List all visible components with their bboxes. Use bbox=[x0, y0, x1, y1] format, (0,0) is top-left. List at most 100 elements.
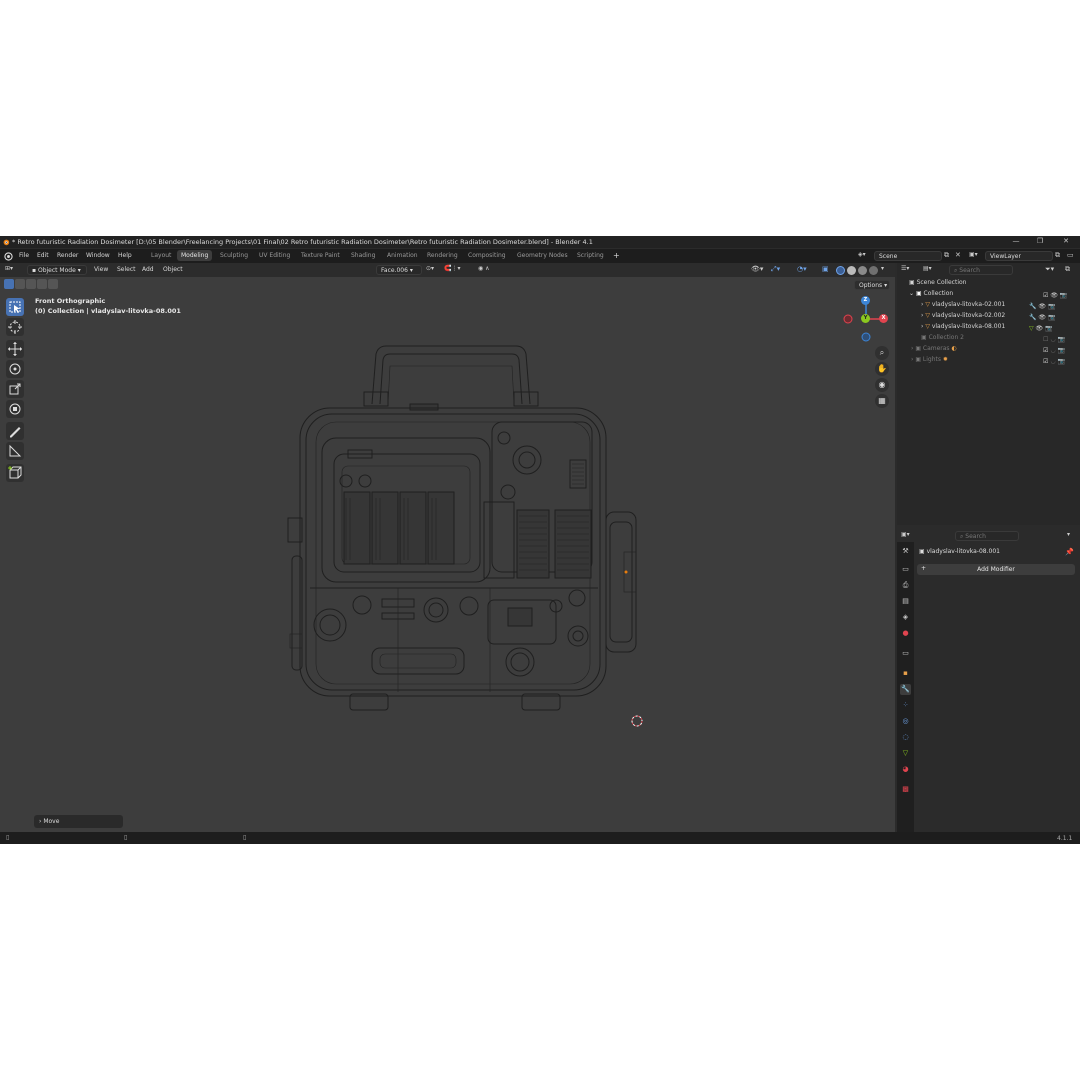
zoom-icon[interactable]: ⌕ bbox=[875, 346, 889, 360]
add-cube-tool[interactable] bbox=[6, 464, 24, 482]
eye-icon[interactable]: 👁 bbox=[1036, 325, 1044, 332]
tab-uv-editing[interactable]: UV Editing bbox=[255, 250, 294, 261]
material-shading-icon[interactable] bbox=[858, 266, 867, 275]
particles-tab-icon[interactable]: ⁘ bbox=[900, 700, 911, 711]
eye-closed-icon[interactable]: ◡ bbox=[1050, 347, 1055, 354]
menu-edit[interactable]: Edit bbox=[37, 252, 49, 259]
tab-texture-paint[interactable]: Texture Paint bbox=[297, 250, 344, 261]
material-tab-icon[interactable]: ◕ bbox=[900, 764, 911, 775]
pin-icon[interactable]: 📌 bbox=[1065, 548, 1075, 558]
annotate-tool[interactable] bbox=[6, 422, 24, 440]
camera-icon[interactable]: 📷 bbox=[1045, 325, 1052, 332]
view-layer-icon[interactable]: ▣▾ bbox=[969, 251, 985, 261]
menu-help[interactable]: Help bbox=[118, 252, 132, 259]
properties-editor-type-icon[interactable]: ▣▾ bbox=[901, 531, 919, 541]
object-tab-icon[interactable]: ▪ bbox=[900, 668, 911, 679]
last-operator-panel[interactable]: › Move bbox=[34, 815, 123, 828]
outliner-editor-type-icon[interactable]: ☰▾ bbox=[901, 265, 919, 275]
scene-name-field[interactable]: Scene bbox=[874, 251, 942, 261]
camera-view-icon[interactable]: ◉ bbox=[875, 378, 889, 392]
blender-menu-icon[interactable] bbox=[4, 252, 13, 261]
rendered-shading-icon[interactable] bbox=[869, 266, 878, 275]
wireframe-shading-icon[interactable] bbox=[836, 266, 845, 275]
view-layer-field[interactable]: ViewLayer bbox=[985, 251, 1053, 261]
menu-select[interactable]: Select bbox=[117, 266, 136, 273]
data-tab-icon[interactable]: ▽ bbox=[900, 748, 911, 759]
3d-viewport[interactable]: Front Orthographic (0) Collection | vlad… bbox=[0, 277, 895, 832]
scene-collection-row[interactable]: ▣ Scene Collection bbox=[909, 279, 1079, 290]
add-modifier-button[interactable]: + Add Modifier bbox=[917, 564, 1075, 575]
tab-layout[interactable]: Layout bbox=[147, 250, 175, 261]
output-tab-icon[interactable]: ⎙ bbox=[900, 580, 911, 591]
snap-icon[interactable]: 🧲⋮▾ bbox=[444, 265, 474, 275]
cursor-tool[interactable] bbox=[6, 318, 24, 336]
select-intersect-icon[interactable] bbox=[48, 279, 58, 289]
menu-render[interactable]: Render bbox=[57, 252, 78, 259]
collection-tab-icon[interactable]: ▭ bbox=[900, 648, 911, 659]
gizmo-y-axis[interactable]: Y bbox=[861, 314, 870, 323]
menu-window[interactable]: Window bbox=[86, 252, 110, 259]
editor-type-icon[interactable]: ⊞▾ bbox=[5, 265, 23, 275]
mesh-data-icon[interactable]: ▽ bbox=[1029, 325, 1034, 332]
checkbox-icon[interactable]: ☑ bbox=[1043, 358, 1048, 365]
tab-shading[interactable]: Shading bbox=[347, 250, 379, 261]
view-layer-tab-icon[interactable]: ▤ bbox=[900, 596, 911, 607]
camera-icon[interactable]: 📷 bbox=[1060, 292, 1067, 299]
modifier-wrench-icon[interactable]: 🔧 bbox=[1029, 303, 1036, 310]
shading-options-icon[interactable]: ▾ bbox=[881, 265, 889, 275]
tab-rendering[interactable]: Rendering bbox=[423, 250, 462, 261]
camera-icon[interactable]: 📷 bbox=[1057, 347, 1064, 354]
scene-selector-icon[interactable]: ◈▾ bbox=[858, 251, 872, 261]
menu-view[interactable]: View bbox=[94, 266, 108, 273]
eye-icon[interactable]: 👁 bbox=[1038, 314, 1046, 321]
measure-tool[interactable] bbox=[6, 442, 24, 460]
delete-scene-icon[interactable]: ✕ bbox=[955, 251, 965, 261]
options-arrow-icon[interactable]: ▾ bbox=[1067, 531, 1077, 541]
menu-file[interactable]: File bbox=[19, 252, 29, 259]
visibility-icon[interactable]: 👁▾ bbox=[751, 265, 767, 275]
modifiers-tab-icon[interactable]: 🔧 bbox=[900, 684, 911, 695]
select-box-tool[interactable] bbox=[6, 298, 24, 316]
filter-icon[interactable]: ⏷▾ bbox=[1045, 265, 1061, 275]
transform-pivot-icon[interactable]: ⊙▾ bbox=[426, 265, 442, 275]
properties-search[interactable]: ⌕ Search bbox=[955, 531, 1019, 541]
add-workspace-button[interactable]: + bbox=[613, 251, 620, 260]
maximize-button[interactable]: ❐ bbox=[1034, 237, 1046, 247]
checkbox-icon[interactable]: ☑ bbox=[1043, 347, 1048, 354]
gizmo-toggle-icon[interactable]: ⤢▾ bbox=[771, 265, 789, 275]
tab-compositing[interactable]: Compositing bbox=[464, 250, 510, 261]
gizmo-z-axis[interactable]: Z bbox=[861, 296, 870, 305]
eye-closed-icon[interactable]: ◡ bbox=[1050, 358, 1055, 365]
move-tool[interactable] bbox=[6, 340, 24, 358]
render-tab-icon[interactable]: ▭ bbox=[900, 564, 911, 575]
select-invert-icon[interactable] bbox=[37, 279, 47, 289]
camera-icon[interactable]: 📷 bbox=[1048, 314, 1055, 321]
menu-object[interactable]: Object bbox=[163, 266, 183, 273]
delete-view-layer-icon[interactable]: ▭ bbox=[1067, 251, 1077, 261]
xray-icon[interactable]: ▣ bbox=[822, 265, 832, 275]
cameras-row[interactable]: › ▣ Cameras ◐ bbox=[911, 345, 1061, 356]
camera-icon[interactable]: 📷 bbox=[1048, 303, 1055, 310]
camera-icon[interactable]: 📷 bbox=[1057, 336, 1064, 343]
new-collection-icon[interactable]: ⧉ bbox=[1065, 265, 1075, 275]
new-view-layer-icon[interactable]: ⧉ bbox=[1055, 251, 1065, 261]
camera-icon[interactable]: 📷 bbox=[1057, 358, 1064, 365]
scene-tab-icon[interactable]: ◈ bbox=[900, 612, 911, 623]
overlays-icon[interactable]: ◔▾ bbox=[797, 265, 815, 275]
menu-add[interactable]: Add bbox=[142, 266, 154, 273]
eye-icon[interactable]: 👁 bbox=[1050, 292, 1058, 299]
tab-animation[interactable]: Animation bbox=[383, 250, 422, 261]
tab-modeling[interactable]: Modeling bbox=[177, 250, 213, 261]
rotate-tool[interactable] bbox=[6, 360, 24, 378]
options-dropdown[interactable]: Options ▾ bbox=[854, 280, 890, 290]
eye-closed-icon[interactable]: ◡ bbox=[1050, 336, 1055, 343]
scale-tool[interactable] bbox=[6, 380, 24, 398]
tool-tab-icon[interactable]: ⚒ bbox=[900, 546, 911, 557]
minimize-button[interactable]: — bbox=[1010, 237, 1022, 247]
constraints-tab-icon[interactable]: ◌ bbox=[900, 732, 911, 743]
active-face-field[interactable]: Face.006 ▾ bbox=[376, 265, 422, 275]
select-new-icon[interactable] bbox=[4, 279, 14, 289]
eye-icon[interactable]: 👁 bbox=[1038, 303, 1046, 310]
new-scene-icon[interactable]: ⧉ bbox=[944, 251, 954, 261]
select-extend-icon[interactable] bbox=[15, 279, 25, 289]
